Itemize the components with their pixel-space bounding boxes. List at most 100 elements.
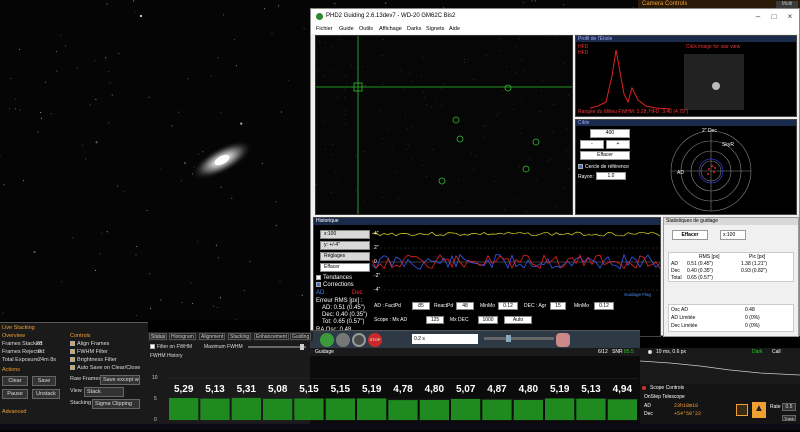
menu-aide[interactable]: Aide (449, 26, 460, 32)
fwhm-bar-label: 5,13 (205, 384, 225, 395)
star-thumbnail (684, 54, 744, 110)
tab-enhancement[interactable]: Enhancement (254, 333, 289, 340)
scope-nudge-left-icon[interactable] (736, 404, 748, 416)
advanced-heading: Advanced (2, 409, 27, 415)
gamma-slider[interactable] (484, 335, 554, 342)
taskbar (0, 424, 800, 430)
multi-button[interactable]: Multi (776, 1, 798, 8)
save-button[interactable]: Save (32, 376, 56, 386)
tab-histogram[interactable]: Histogram (169, 333, 196, 340)
target-scale-select[interactable]: 400 (590, 129, 630, 138)
exposure-select[interactable]: 0.2 s (412, 334, 478, 344)
brain-icon[interactable] (556, 333, 570, 347)
max-fwhm-slider[interactable] (248, 344, 306, 350)
rms-ra: AD: 0.51 (0.45") (322, 305, 365, 311)
dec-minmo-input[interactable]: 0.12 (594, 302, 614, 310)
menu-signets[interactable]: Signets (426, 26, 444, 32)
history-y-scale-select[interactable]: y: +/-4" (320, 241, 370, 250)
gamma-slider-thumb[interactable] (506, 335, 511, 342)
guide-camera-view[interactable] (315, 35, 573, 215)
fwhm-bar-label: 5,19 (362, 384, 382, 395)
target-zoom-in-button[interactable]: + (606, 140, 630, 149)
fwhm-filter-checkbox[interactable]: FWHM Filter (70, 349, 108, 355)
target-zoom-out-button[interactable]: - (580, 140, 604, 149)
stats-range-select[interactable]: x:100 (720, 230, 746, 240)
tab-guiding[interactable]: Guiding (290, 333, 312, 340)
fwhm-bar (357, 398, 387, 420)
max-fwhm-slider-thumb[interactable] (300, 344, 304, 350)
menu-fichier[interactable]: Fichier (316, 26, 333, 32)
auto-select-star-icon[interactable] (336, 333, 350, 347)
history-clear-button[interactable]: Effacer (320, 263, 370, 272)
fwhm-ytick-0: 0 (154, 417, 157, 423)
stats-row-dec-pic: 0.93 (0.82") (741, 268, 767, 274)
live-stacking-panel: Live Stacking Overview Frames Stacked: 2… (0, 322, 148, 430)
align-frames-checkbox[interactable]: Align Frames (70, 341, 109, 347)
menu-guide[interactable]: Guide (339, 26, 354, 32)
history-x-scale-select[interactable]: x:100 (320, 230, 370, 239)
dec-limited-value: 0 (0%) (745, 323, 760, 329)
trends-checkbox[interactable]: Tendances (316, 275, 352, 281)
rms-title: Erreur RMS [px] : (316, 298, 363, 304)
raw-frames-select[interactable]: Save except w (100, 375, 140, 385)
fwhm-bar (419, 400, 449, 420)
guide-icon[interactable] (352, 333, 366, 347)
stats-clear-button[interactable]: Effacer (672, 230, 708, 240)
menu-outils[interactable]: Outils (359, 26, 373, 32)
fwhm-ytick-10: 10 (152, 375, 158, 381)
fwhm-bar-label: 4,80 (519, 384, 539, 395)
live-stacking-title: Live Stacking (2, 325, 35, 331)
corrections-checkbox[interactable]: Corrections (316, 282, 354, 288)
scope-nudge-up-icon[interactable]: ▲ (752, 402, 766, 418)
clear-button[interactable]: Clear (2, 376, 28, 386)
loop-icon[interactable] (320, 333, 334, 347)
target-clear-button[interactable]: Effacer (580, 151, 630, 160)
stats-head-rms: RMS [px] (699, 254, 720, 260)
target-ra-label: AD (677, 170, 684, 176)
maximize-icon[interactable]: □ (767, 11, 781, 22)
unstack-button[interactable]: Unstack (32, 389, 60, 399)
fwhm-filter-toggle[interactable]: Filter on FWHM (150, 344, 192, 350)
scope-mxdec-input[interactable]: 1000 (478, 316, 498, 324)
fwhm-bar-label: 5,08 (268, 384, 288, 395)
target-panel-title: Cible (576, 120, 796, 126)
ref-circle-checkbox[interactable]: Cercle de référence (578, 164, 629, 170)
ra-minmo-input[interactable]: 0.12 (498, 302, 518, 310)
close-icon[interactable]: × (783, 11, 797, 22)
rayon-input[interactable]: 1.0 (596, 172, 626, 180)
guide-stats-title: Statistiques de guidage (664, 218, 798, 225)
radio-icon[interactable] (648, 350, 652, 354)
frames-count: 6/12 (598, 349, 608, 355)
pause-button[interactable]: Pause (2, 389, 28, 399)
galaxy (191, 140, 253, 180)
ra-factpd-input[interactable]: 85 (412, 302, 430, 310)
mount-mini-graph (640, 360, 800, 376)
target-panel: Cible 400 - + Effacer Cercle de référenc… (575, 119, 797, 215)
ra-reactpd-input[interactable]: 48 (456, 302, 474, 310)
stop-icon[interactable]: STOP (368, 333, 382, 347)
dec-mode-select[interactable]: Auto (504, 316, 532, 324)
scope-mxad-input[interactable]: 125 (426, 316, 444, 324)
brightness-filter-checkbox[interactable]: Brightness Filter (70, 357, 117, 363)
fwhm-bar (169, 398, 199, 420)
star-profile-panel: Profil de l'Étoile HFD HFD Click image f… (575, 35, 797, 117)
rate-label: Rate (770, 404, 781, 410)
tab-stacking[interactable]: Stacking (228, 333, 252, 340)
max-fwhm-label: Maximum FWHM (204, 344, 243, 350)
hist-ytick-4: -4" (374, 287, 380, 293)
dec-agr-input[interactable]: 15 (550, 302, 566, 310)
menu-affichage[interactable]: Affichage (379, 26, 402, 32)
menu-darks[interactable]: Darks (407, 26, 421, 32)
fwhm-history-chart: 10 5 0 5,29 5,13 5,31 5,08 5,15 5,15 5,19 4,78 4… (148, 360, 640, 430)
auto-save-checkbox[interactable]: Auto Save on Clear/Close (70, 365, 140, 371)
rate-input[interactable]: 0.5 (782, 403, 796, 411)
view-select[interactable]: Stack (84, 387, 124, 397)
history-settings-button[interactable]: Réglages (320, 252, 370, 261)
corrections-label: Corrections (323, 282, 354, 289)
tab-status[interactable]: Status (149, 333, 168, 340)
tab-alignment[interactable]: Alignment (199, 333, 226, 340)
stacking-select[interactable]: Sigma Clipping (92, 399, 140, 409)
minimize-icon[interactable]: – (751, 11, 765, 22)
track-button[interactable]: Track (782, 415, 796, 421)
view-label: View (70, 388, 82, 394)
